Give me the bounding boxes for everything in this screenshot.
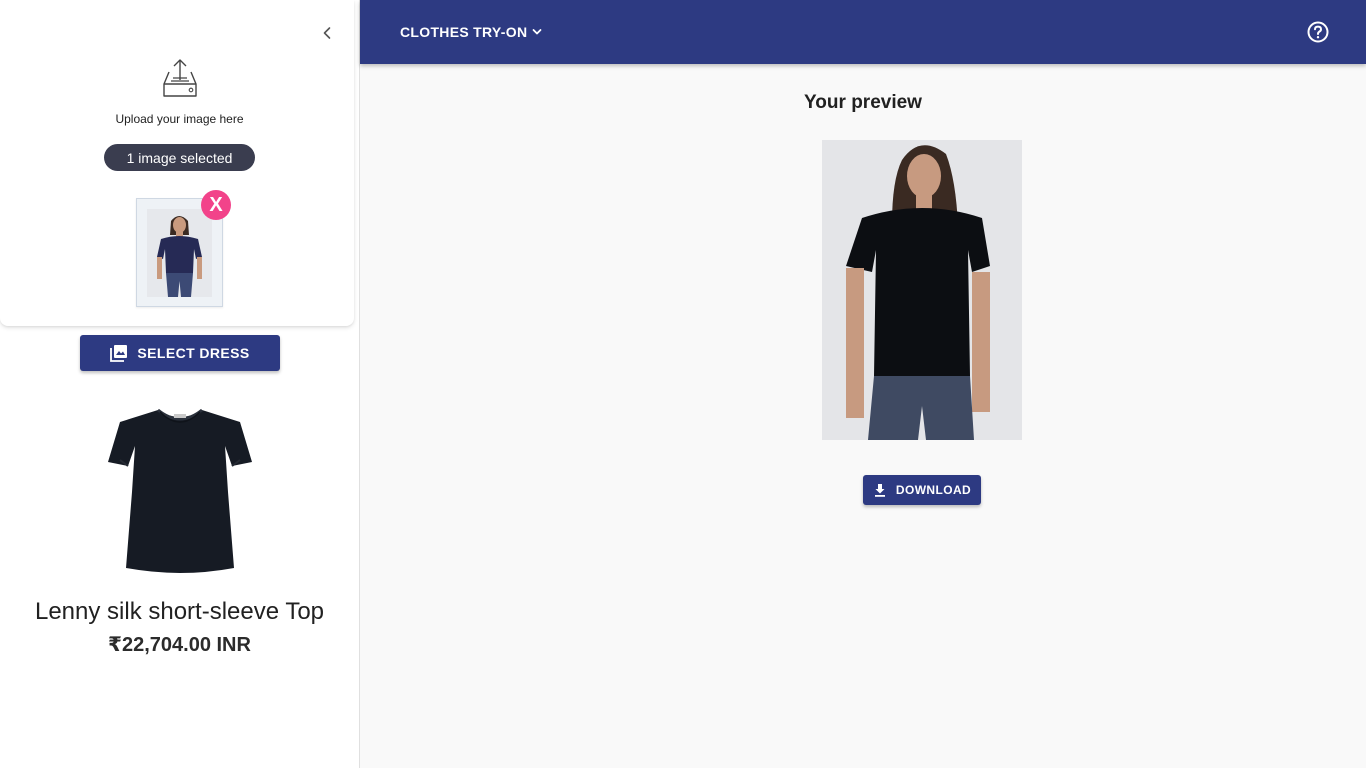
download-button[interactable]: DOWNLOAD <box>863 475 981 505</box>
remove-image-button[interactable]: X <box>201 190 231 220</box>
try-on-preview-image <box>822 140 1022 440</box>
app-menu-label: CLOTHES TRY-ON <box>400 24 528 40</box>
chevron-left-icon <box>323 27 331 39</box>
select-dress-label: SELECT DRESS <box>137 345 250 361</box>
upload-card: Upload your image here 1 image selected … <box>0 0 354 326</box>
dress-product-image <box>108 408 252 573</box>
download-icon <box>874 484 885 497</box>
product-name: Lenny silk short-sleeve Top <box>34 598 325 625</box>
product-price: ₹22,704.00 INR <box>108 634 251 656</box>
image-icon <box>110 345 128 362</box>
preview-title: Your preview <box>804 92 922 113</box>
chevron-down-icon <box>532 29 542 35</box>
upload-prompt: Upload your image here <box>115 112 244 126</box>
app-header: CLOTHES TRY-ON <box>360 0 1366 64</box>
sidebar: Upload your image here 1 image selected … <box>0 0 360 768</box>
collapse-sidebar-button[interactable] <box>314 20 340 46</box>
download-label: DOWNLOAD <box>895 483 972 497</box>
app-menu-dropdown[interactable]: CLOTHES TRY-ON <box>400 22 543 42</box>
user-photo-thumbnail <box>147 209 212 297</box>
select-dress-button[interactable]: SELECT DRESS <box>80 335 280 371</box>
help-circle-icon[interactable] <box>1306 20 1330 44</box>
selected-count-chip: 1 image selected <box>104 144 255 171</box>
app-root: Upload your image here 1 image selected … <box>0 0 1366 768</box>
upload-tray-icon[interactable] <box>160 58 200 100</box>
